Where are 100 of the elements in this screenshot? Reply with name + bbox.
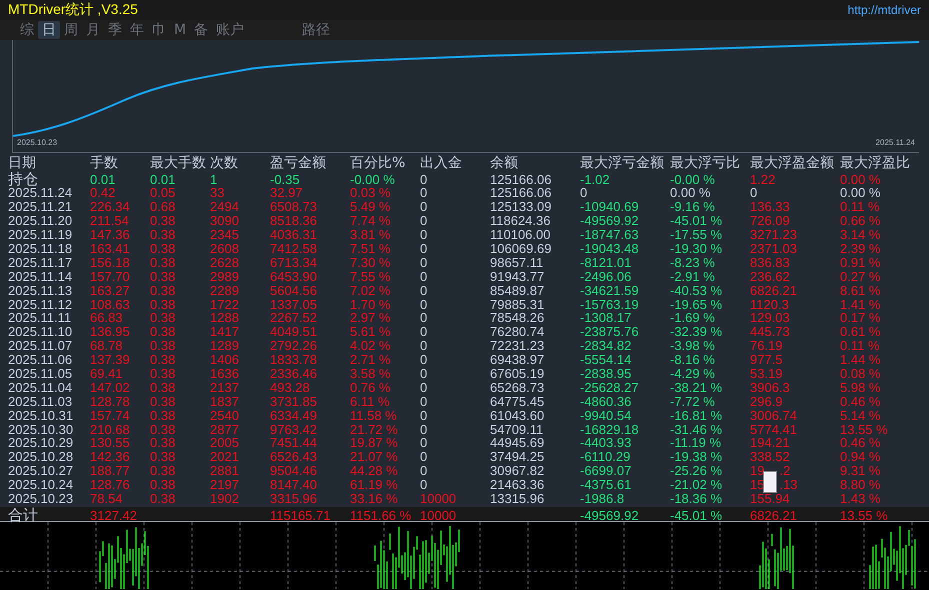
table-cell-text: 1837 — [210, 394, 240, 408]
table-cell-text: 125166.06 — [490, 186, 552, 200]
table-cell-text: 2025.11.03 — [8, 394, 74, 408]
period-tab[interactable]: 年 — [126, 21, 148, 39]
table-cell-text: 13315.96 — [490, 492, 546, 506]
table-cell-text: 210.68 — [90, 422, 131, 436]
table-cell-text: 0.08 % — [840, 367, 882, 380]
table-cell-text: 2025.11.14 — [8, 270, 74, 283]
table-cell-text: 2025.11.12 — [8, 298, 74, 311]
table-cell-text: -0.35 — [270, 172, 301, 186]
table-cell-text: 0.38 — [150, 436, 176, 450]
column-header: 最大手数 — [150, 155, 207, 171]
table-cell-text: 142.36 — [90, 450, 131, 464]
table-cell-text: 0 — [420, 464, 428, 478]
column-header: 最大浮亏比 — [670, 155, 741, 171]
table-cell-text: 8147.40 — [270, 478, 318, 492]
column-header: 日期 — [8, 155, 37, 171]
table-cell-text: -38.21 % — [670, 380, 724, 394]
table-cell-text: 977.5 — [750, 353, 784, 366]
table-cell-text: 0.38 — [150, 367, 176, 380]
table-cell-text: 0.27 % — [840, 270, 882, 283]
table-cell-text: -8121.01 — [580, 256, 632, 269]
table-cell-text: -4375.61 — [580, 478, 632, 492]
table-cell-text: 0.38 — [150, 450, 176, 464]
table-cell-text: -10940.69 — [580, 200, 640, 214]
table-cell-text: -1.02 — [580, 172, 611, 186]
table-cell-text: 0 — [420, 408, 428, 422]
table-cell-text: 7451.44 — [270, 436, 318, 450]
table-cell-text: -0.00 % — [670, 172, 716, 186]
table-cell-text: 5604.56 — [270, 284, 318, 297]
table-cell-text: 54709.11 — [490, 422, 544, 436]
table-cell-text: 6826.21 — [750, 508, 798, 522]
period-tab[interactable]: 季 — [104, 21, 126, 39]
table-cell-text: 7412.58 — [270, 242, 318, 255]
period-tab[interactable]: 周 — [60, 21, 82, 39]
table-cell-text: 0.03 % — [350, 186, 392, 200]
period-tab[interactable]: 月 — [82, 21, 104, 39]
table-cell-text: 5774.41 — [750, 422, 798, 436]
table-cell-text: 13.55 % — [840, 508, 889, 522]
table-cell-text: 130.55 — [90, 436, 131, 450]
period-tab[interactable]: 巾 — [148, 21, 170, 39]
column-header: 最大浮亏金额 — [580, 155, 665, 171]
table-cell-text: -4.29 % — [670, 367, 716, 380]
table-cell-text: 2025.10.31 — [8, 408, 74, 422]
table-cell-text: 33.16 % — [350, 492, 399, 506]
table-cell-text: 1406 — [210, 353, 240, 366]
table-cell-text: 163.27 — [90, 284, 131, 297]
column-header: 手数 — [90, 155, 119, 171]
table-cell-text: 163.41 — [90, 242, 131, 255]
period-tab[interactable]: 日 — [38, 21, 60, 39]
table-cell-text: -32.39 % — [670, 325, 724, 338]
table-cell-text: 0.38 — [150, 380, 176, 394]
table-cell-text: 0 — [420, 353, 428, 366]
column-header: 盈亏金额 — [270, 155, 327, 171]
table-cell-text: -25.26 % — [670, 464, 724, 478]
table-cell-text: -2838.95 — [580, 367, 632, 380]
table-cell-text: 2021 — [210, 450, 240, 464]
table-cell-text: 2025.11.24 — [8, 186, 74, 200]
table-cell-text: 0.38 — [150, 353, 176, 366]
period-tab[interactable]: 备 — [190, 21, 212, 39]
table-cell-text: 21.07 % — [350, 450, 399, 464]
table-cell-text: -19.65 % — [670, 298, 724, 311]
table-cell-text: 3906.3 — [750, 380, 791, 394]
table-cell-text: 0.38 — [150, 394, 176, 408]
table-cell-text: 0.01 — [90, 172, 116, 186]
period-tab[interactable]: 综 — [16, 21, 38, 39]
table-cell-text: 211.54 — [90, 214, 130, 228]
table-cell-text: -34621.59 — [580, 284, 640, 297]
table-cell-text: 0.38 — [150, 325, 176, 338]
table-cell-text: 0 — [420, 186, 428, 200]
table-cell-text: 10000 — [420, 492, 458, 506]
path-button[interactable]: 路径 — [298, 21, 334, 39]
table-cell-text: 0 — [420, 214, 428, 228]
table-cell-text: -16.81 % — [670, 408, 724, 422]
table-cell-text: 3.58 % — [350, 367, 392, 380]
table-cell-text: 2025.11.11 — [8, 311, 72, 324]
table-cell-text: 6526.43 — [270, 450, 318, 464]
table-cell-text: 32.97 — [270, 186, 304, 200]
table-cell-text: 0.38 — [150, 311, 176, 324]
url-link[interactable]: http://mtdriver — [848, 3, 921, 17]
table-cell-text: 1.41 % — [840, 298, 882, 311]
table-cell-text: -0.00 % — [350, 172, 396, 186]
table-cell-text: 0.38 — [150, 270, 176, 283]
table-cell-text: 155.94 — [750, 492, 791, 506]
table-cell-text: 1833.78 — [270, 353, 318, 366]
table-cell-text: 8.61 % — [840, 284, 882, 297]
table-cell-text: 76280.74 — [490, 325, 546, 338]
table-cell-text: -7.72 % — [670, 394, 716, 408]
period-tab[interactable]: M — [170, 21, 190, 39]
table-cell-text: 2025.10.27 — [8, 464, 74, 478]
table-cell-text: 2345 — [210, 228, 240, 242]
table-cell-text: 79885.31 — [490, 298, 546, 311]
table-cell-text: -15763.19 — [580, 298, 640, 311]
period-tab[interactable]: 账户 — [212, 21, 248, 39]
table-cell-text: 0.46 % — [840, 394, 882, 408]
table-cell-text: 65268.73 — [490, 380, 546, 394]
table-cell-text: 6334.49 — [270, 408, 318, 422]
table-cell-text: 0 — [420, 172, 428, 186]
table-cell-text: -3.98 % — [670, 339, 716, 352]
table-cell-text: 6.11 % — [350, 394, 391, 408]
